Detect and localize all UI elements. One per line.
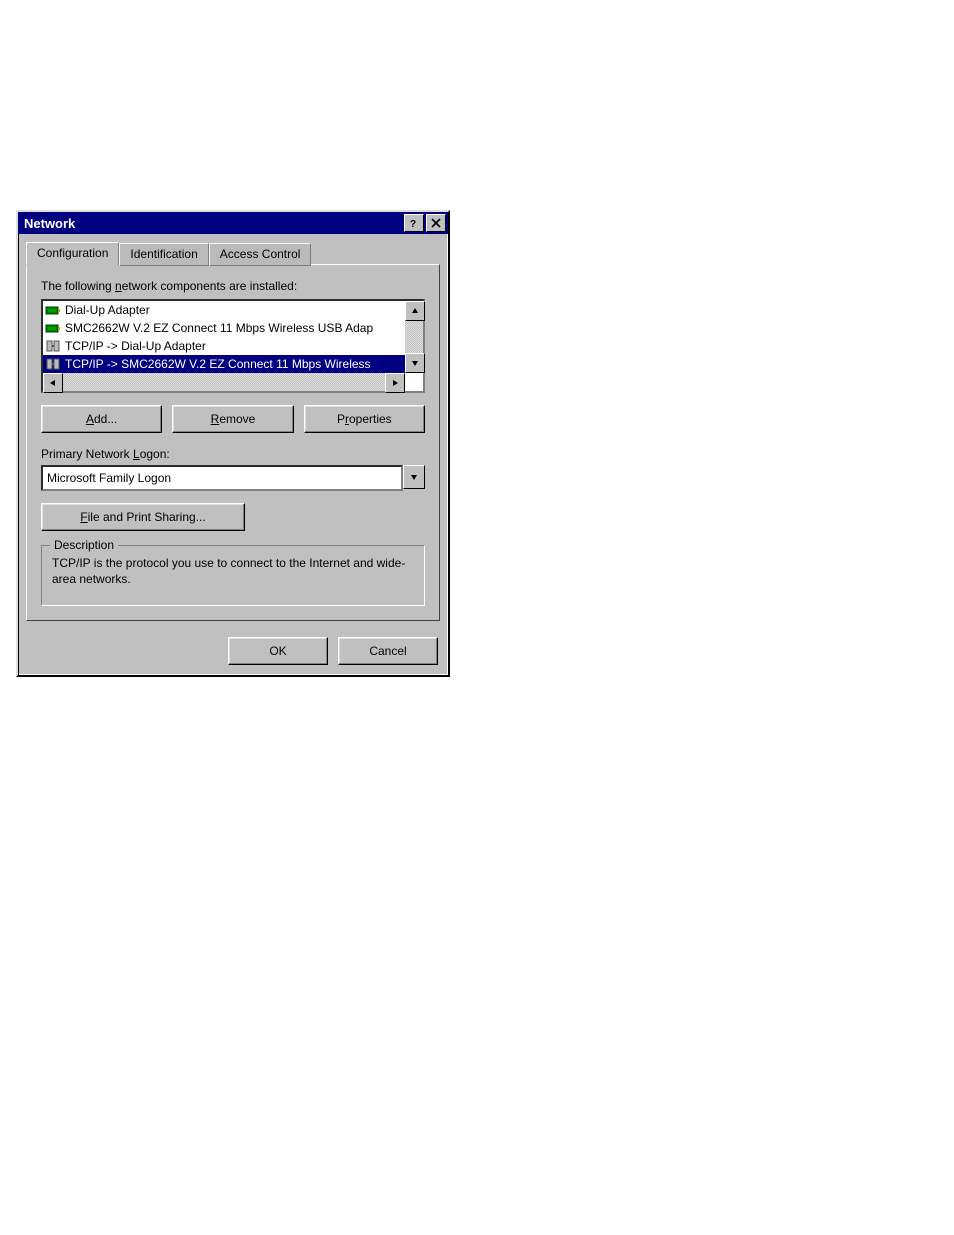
help-button[interactable]: ? [404,214,424,232]
list-item-label: Dial-Up Adapter [65,303,150,317]
horizontal-scrollbar[interactable] [43,373,405,391]
scroll-down-button[interactable] [405,353,425,373]
chevron-down-icon [410,473,418,481]
primary-logon-combo[interactable]: Microsoft Family Logon [41,465,425,491]
properties-button[interactable]: Properties [304,405,425,433]
protocol-icon [45,339,61,353]
list-item[interactable]: Dial-Up Adapter [43,301,405,319]
svg-text:?: ? [410,219,416,228]
list-item[interactable]: SMC2662W V.2 EZ Connect 11 Mbps Wireless… [43,319,405,337]
help-icon: ? [409,218,419,228]
scroll-right-button[interactable] [385,373,405,393]
remove-button[interactable]: Remove [172,405,293,433]
tab-panel-configuration: The following network components are ins… [26,264,440,621]
components-listbox[interactable]: Dial-Up Adapter SMC2662W V.2 EZ Connect 1… [41,299,425,393]
title-bar[interactable]: Network ? [18,212,448,234]
tab-configuration[interactable]: Configuration [26,242,119,266]
scroll-left-button[interactable] [43,373,63,393]
list-item-label: TCP/IP -> SMC2662W V.2 EZ Connect 11 Mbp… [65,357,371,371]
scroll-up-button[interactable] [405,301,425,321]
scroll-track-vertical[interactable] [405,321,423,353]
tab-strip: Configuration Identification Access Cont… [26,242,440,266]
description-title: Description [50,538,118,552]
triangle-up-icon [411,307,419,315]
close-icon [431,218,441,228]
primary-logon-label: Primary Network Logon: [41,447,425,461]
adapter-icon [45,303,61,317]
primary-logon-value[interactable]: Microsoft Family Logon [41,465,403,491]
add-button[interactable]: Add... [41,405,162,433]
vertical-scrollbar[interactable] [405,301,423,373]
tab-access-control[interactable]: Access Control [209,243,312,266]
close-button[interactable] [426,214,446,232]
cancel-button[interactable]: Cancel [338,637,438,665]
triangle-down-icon [411,359,419,367]
adapter-icon [45,321,61,335]
description-text: TCP/IP is the protocol you use to connec… [52,556,414,587]
description-group: Description TCP/IP is the protocol you u… [41,545,425,606]
dialog-button-row: OK Cancel [18,629,448,675]
primary-logon-dropdown-button[interactable] [403,465,425,489]
components-caption: The following network components are ins… [41,279,425,293]
network-dialog: Network ? Configuration Identification A… [16,210,450,677]
list-item-label: SMC2662W V.2 EZ Connect 11 Mbps Wireless… [65,321,373,335]
triangle-right-icon [391,379,399,387]
protocol-icon [45,357,61,371]
list-item[interactable]: TCP/IP -> SMC2662W V.2 EZ Connect 11 Mbp… [43,355,405,373]
window-title: Network [20,216,402,231]
file-print-sharing-button[interactable]: File and Print Sharing... [41,503,245,531]
list-item[interactable]: TCP/IP -> Dial-Up Adapter [43,337,405,355]
list-item-label: TCP/IP -> Dial-Up Adapter [65,339,206,353]
tab-identification[interactable]: Identification [119,243,208,266]
triangle-left-icon [49,379,57,387]
component-button-row: Add... Remove Properties [41,405,425,433]
ok-button[interactable]: OK [228,637,328,665]
scroll-track-horizontal[interactable] [63,373,385,391]
